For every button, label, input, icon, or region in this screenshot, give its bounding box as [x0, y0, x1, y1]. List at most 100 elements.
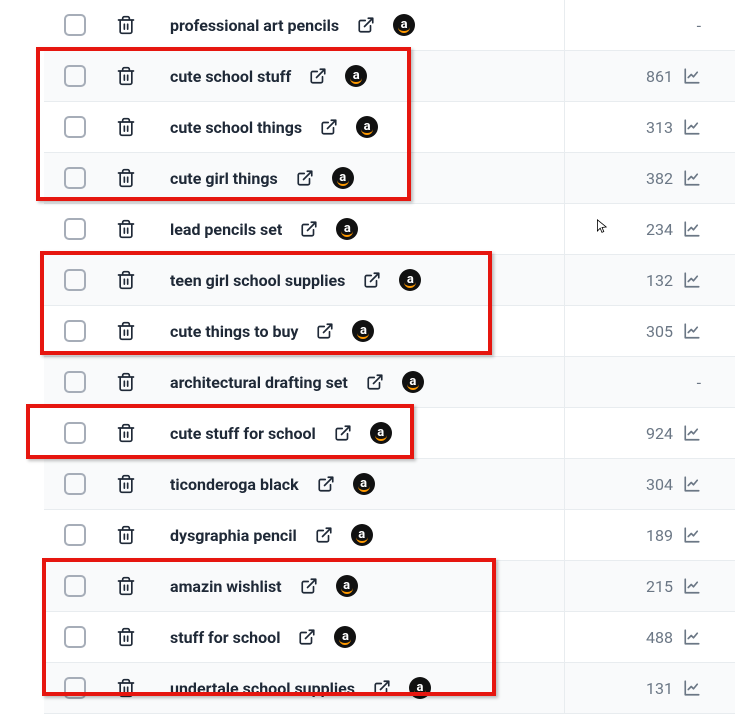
table-row: stuff for school488	[44, 612, 735, 663]
chart-icon[interactable]	[683, 322, 701, 340]
chart-icon[interactable]	[683, 271, 701, 289]
trash-icon[interactable]	[116, 474, 136, 494]
amazon-icon[interactable]	[334, 626, 356, 648]
external-link-icon[interactable]	[315, 526, 333, 544]
keyword-text[interactable]: teen girl school supplies	[170, 271, 345, 290]
value-text: 215	[646, 577, 673, 596]
row-checkbox[interactable]	[64, 524, 86, 546]
row-checkbox[interactable]	[64, 14, 86, 36]
trash-icon[interactable]	[116, 321, 136, 341]
keyword-text[interactable]: cute stuff for school	[170, 424, 316, 443]
keyword-text[interactable]: dysgraphia pencil	[170, 526, 297, 545]
amazon-icon[interactable]	[353, 473, 375, 495]
external-link-icon[interactable]	[316, 322, 334, 340]
row-checkbox[interactable]	[64, 575, 86, 597]
external-link-icon[interactable]	[300, 220, 318, 238]
value-cell: 215	[565, 561, 735, 611]
amazon-icon[interactable]	[332, 167, 354, 189]
chart-icon[interactable]	[683, 628, 701, 646]
amazon-icon[interactable]	[370, 422, 392, 444]
amazon-icon[interactable]	[409, 677, 431, 699]
value-cell: -	[565, 357, 735, 407]
amazon-icon[interactable]	[351, 524, 373, 546]
chart-icon[interactable]	[683, 679, 701, 697]
row-checkbox[interactable]	[64, 626, 86, 648]
row-checkbox[interactable]	[64, 218, 86, 240]
keyword-text[interactable]: stuff for school	[170, 628, 280, 647]
row-checkbox[interactable]	[64, 269, 86, 291]
trash-icon[interactable]	[116, 627, 136, 647]
table-row: cute school things313	[44, 102, 735, 153]
amazon-icon[interactable]	[356, 116, 378, 138]
external-link-icon[interactable]	[366, 373, 384, 391]
amazon-icon[interactable]	[345, 65, 367, 87]
value-text: -	[697, 16, 701, 35]
row-checkbox[interactable]	[64, 422, 86, 444]
row-checkbox[interactable]	[64, 677, 86, 699]
trash-icon[interactable]	[116, 270, 136, 290]
external-link-icon[interactable]	[334, 424, 352, 442]
external-link-icon[interactable]	[296, 169, 314, 187]
keyword-text[interactable]: professional art pencils	[170, 16, 339, 35]
keyword-cell: undertale school supplies	[44, 663, 565, 713]
value-text: 234	[646, 220, 673, 239]
trash-icon[interactable]	[116, 576, 136, 596]
row-checkbox[interactable]	[64, 473, 86, 495]
trash-icon[interactable]	[116, 219, 136, 239]
amazon-icon[interactable]	[402, 371, 424, 393]
keyword-cell: cute things to buy	[44, 306, 565, 356]
external-link-icon[interactable]	[320, 118, 338, 136]
keyword-text[interactable]: amazin wishlist	[170, 577, 282, 596]
chart-icon[interactable]	[683, 424, 701, 442]
amazon-icon[interactable]	[336, 575, 358, 597]
trash-icon[interactable]	[116, 117, 136, 137]
row-checkbox[interactable]	[64, 167, 86, 189]
value-cell: 189	[565, 510, 735, 560]
row-checkbox[interactable]	[64, 65, 86, 87]
keyword-text[interactable]: undertale school supplies	[170, 679, 355, 698]
amazon-icon[interactable]	[393, 14, 415, 36]
keyword-text[interactable]: ticonderoga black	[170, 475, 299, 494]
chart-icon[interactable]	[683, 118, 701, 136]
chart-icon[interactable]	[683, 526, 701, 544]
row-checkbox[interactable]	[64, 320, 86, 342]
external-link-icon[interactable]	[300, 577, 318, 595]
chart-icon[interactable]	[683, 169, 701, 187]
value-cell: 861	[565, 51, 735, 101]
keyword-text[interactable]: architectural drafting set	[170, 373, 348, 392]
trash-icon[interactable]	[116, 423, 136, 443]
trash-icon[interactable]	[116, 372, 136, 392]
external-link-icon[interactable]	[317, 475, 335, 493]
keyword-text[interactable]: cute things to buy	[170, 322, 298, 341]
trash-icon[interactable]	[116, 678, 136, 698]
value-text: 131	[646, 679, 673, 698]
external-link-icon[interactable]	[309, 67, 327, 85]
chart-icon[interactable]	[683, 67, 701, 85]
trash-icon[interactable]	[116, 15, 136, 35]
amazon-icon[interactable]	[352, 320, 374, 342]
trash-icon[interactable]	[116, 525, 136, 545]
external-link-icon[interactable]	[357, 16, 375, 34]
trash-icon[interactable]	[116, 66, 136, 86]
chart-icon[interactable]	[683, 577, 701, 595]
value-text: 304	[646, 475, 673, 494]
external-link-icon[interactable]	[373, 679, 391, 697]
keyword-text[interactable]: cute girl things	[170, 169, 278, 188]
chart-icon[interactable]	[683, 220, 701, 238]
keyword-text[interactable]: lead pencils set	[170, 220, 282, 239]
value-cell: 234	[565, 204, 735, 254]
row-checkbox[interactable]	[64, 116, 86, 138]
amazon-icon[interactable]	[399, 269, 421, 291]
keyword-text[interactable]: cute school things	[170, 118, 302, 137]
external-link-icon[interactable]	[363, 271, 381, 289]
table-row: teen girl school supplies132	[44, 255, 735, 306]
external-link-icon[interactable]	[298, 628, 316, 646]
keyword-text[interactable]: cute school stuff	[170, 67, 291, 86]
amazon-icon[interactable]	[336, 218, 358, 240]
row-checkbox[interactable]	[64, 371, 86, 393]
trash-icon[interactable]	[116, 168, 136, 188]
value-cell: 924	[565, 408, 735, 458]
keyword-cell: cute school things	[44, 102, 565, 152]
table-row: professional art pencils -	[44, 0, 735, 51]
chart-icon[interactable]	[683, 475, 701, 493]
